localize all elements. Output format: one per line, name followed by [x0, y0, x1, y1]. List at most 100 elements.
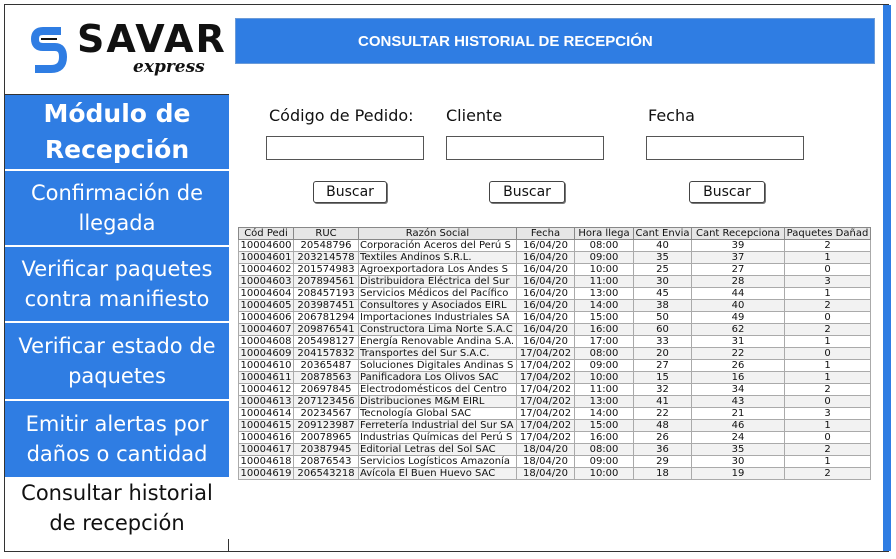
table-row[interactable]: 10004610 20365487 Soluciones Digitales And…	[238, 359, 871, 372]
table-cell: 16/04/20	[516, 239, 575, 252]
codigo-pedido-label: Código de Pedido:	[269, 106, 414, 125]
column-header: Paquetes Dañad	[784, 227, 871, 240]
buscar-cliente-button[interactable]: Buscar	[489, 181, 565, 203]
sidebar-item-confirmacion-llegada[interactable]: Confirmación de llegada	[5, 171, 229, 247]
table-cell: 203214578	[293, 251, 359, 264]
table-cell: 18/04/20	[516, 443, 575, 456]
table-cell: 09:00	[574, 359, 634, 372]
table-row[interactable]: 10004609 204157832 Transportes del Sur S.A…	[238, 347, 871, 360]
table-cell: 22	[633, 407, 692, 420]
sidebar-item-verificar-manifiesto[interactable]: Verificar paquetes contra manifiesto	[5, 247, 229, 323]
cliente-input[interactable]	[446, 136, 604, 160]
table-cell: Transportes del Sur S.A.C.	[358, 347, 517, 360]
table-row[interactable]: 10004616 20078965 Industrias Químicas del …	[238, 431, 871, 444]
table-cell: 09:00	[574, 455, 634, 468]
table-cell: 0	[784, 311, 871, 324]
table-cell: 17/04/202	[516, 395, 575, 408]
sidebar-item-verificar-estado[interactable]: Verificar estado de paquetes	[5, 323, 229, 401]
table-cell: Industrias Químicas del Perú S	[358, 431, 517, 444]
table-cell: 0	[784, 347, 871, 360]
page-title: CONSULTAR HISTORIAL DE RECEPCIÓN	[235, 18, 875, 64]
app-window: SAVAR express Módulo de Recepción Confir…	[4, 4, 891, 552]
table-cell: 10004617	[238, 443, 294, 456]
table-cell: 16	[691, 371, 785, 384]
table-cell: 28	[691, 275, 785, 288]
cliente-label: Cliente	[446, 106, 503, 125]
table-cell: 15:00	[574, 419, 634, 432]
table-cell: 09:00	[574, 251, 634, 264]
table-cell: 10004619	[238, 467, 294, 480]
table-row[interactable]: 10004612 20697845 Electrodomésticos del Ce…	[238, 383, 871, 396]
table-cell: 33	[633, 335, 692, 348]
table-cell: Importaciones Industriales SA	[358, 311, 517, 324]
sidebar-item-emitir-alertas[interactable]: Emitir alertas por daños o cantidad	[5, 401, 229, 479]
table-cell: Distribuciones M&M EIRL	[358, 395, 517, 408]
table-row[interactable]: 10004618 20876543 Servicios Logísticos Ama…	[238, 455, 871, 468]
table-cell: 16:00	[574, 323, 634, 336]
table-cell: 1	[784, 335, 871, 348]
table-cell: 20387945	[293, 443, 359, 456]
table-cell: Ferretería Industrial del Sur SA	[358, 419, 517, 432]
table-row[interactable]: 10004608 205498127 Energía Renovable Andin…	[238, 335, 871, 348]
sidebar-item-consultar-historial[interactable]: Consultar historial de recepción	[5, 479, 229, 539]
historial-table: Cód Pedi RUC Razón Social Fecha Hora llega Ca…	[238, 227, 871, 480]
table-cell: 13:00	[574, 395, 634, 408]
table-cell: 19	[691, 467, 785, 480]
table-cell: 40	[691, 299, 785, 312]
table-row[interactable]: 10004605 203987451 Consultores y Asociados…	[238, 299, 871, 312]
table-cell: 34	[691, 383, 785, 396]
scrollbar[interactable]	[883, 5, 891, 551]
table-cell: 10004616	[238, 431, 294, 444]
table-cell: 44	[691, 287, 785, 300]
table-cell: 18	[633, 467, 692, 480]
table-cell: 24	[691, 431, 785, 444]
table-cell: 50	[633, 311, 692, 324]
table-cell: 206543218	[293, 467, 359, 480]
table-cell: 35	[633, 251, 692, 264]
table-cell: 10004600	[238, 239, 294, 252]
column-header: Razón Social	[358, 227, 517, 240]
table-row[interactable]: 10004600 20548796 Corporación Aceros del P…	[238, 239, 871, 252]
table-row[interactable]: 10004611 20878563 Panificadora Los Olivos …	[238, 371, 871, 384]
table-body: 10004600 20548796 Corporación Aceros del P…	[238, 239, 871, 480]
table-row[interactable]: 10004613 207123456 Distribuciones M&M EIRL…	[238, 395, 871, 408]
table-cell: 38	[633, 299, 692, 312]
table-cell: 10004607	[238, 323, 294, 336]
table-cell: 16/04/20	[516, 287, 575, 300]
table-row[interactable]: 10004601 203214578 Textiles Andinos S.R.L.…	[238, 251, 871, 264]
table-row[interactable]: 10004602 201574983 Agroexportadora Los And…	[238, 263, 871, 276]
table-cell: 16/04/20	[516, 299, 575, 312]
table-cell: 17/04/202	[516, 431, 575, 444]
table-row[interactable]: 10004607 209876541 Constructora Lima Norte…	[238, 323, 871, 336]
table-cell: 201574983	[293, 263, 359, 276]
table-cell: 25	[633, 263, 692, 276]
table-cell: 18/04/20	[516, 467, 575, 480]
table-row[interactable]: 10004604 208457193 Servicios Médicos del P…	[238, 287, 871, 300]
table-cell: 27	[633, 359, 692, 372]
table-cell: 16/04/20	[516, 275, 575, 288]
table-row[interactable]: 10004614 20234567 Tecnología Global SAC 17/…	[238, 407, 871, 420]
table-cell: 1	[784, 371, 871, 384]
table-cell: 17/04/202	[516, 383, 575, 396]
table-cell: 16/04/20	[516, 335, 575, 348]
table-row[interactable]: 10004615 209123987 Ferretería Industrial d…	[238, 419, 871, 432]
table-cell: 10004603	[238, 275, 294, 288]
table-cell: 18/04/20	[516, 455, 575, 468]
table-row[interactable]: 10004606 206781294 Importaciones Industria…	[238, 311, 871, 324]
table-cell: Energía Renovable Andina S.A.	[358, 335, 517, 348]
buscar-fecha-button[interactable]: Buscar	[689, 181, 765, 203]
table-cell: Avícola El Buen Huevo SAC	[358, 467, 517, 480]
table-cell: 20548796	[293, 239, 359, 252]
table-cell: Agroexportadora Los Andes S	[358, 263, 517, 276]
table-cell: Distribuidora Eléctrica del Sur	[358, 275, 517, 288]
table-row[interactable]: 10004619 206543218 Avícola El Buen Huevo S…	[238, 467, 871, 480]
table-cell: Constructora Lima Norte S.A.C	[358, 323, 517, 336]
buscar-codigo-button[interactable]: Buscar	[313, 181, 387, 203]
table-row[interactable]: 10004617 20387945 Editorial Letras del Sol…	[238, 443, 871, 456]
codigo-pedido-input[interactable]	[266, 136, 424, 160]
table-cell: 2	[784, 383, 871, 396]
brand-logo: SAVAR express	[5, 5, 229, 95]
fecha-input[interactable]	[646, 136, 804, 160]
table-row[interactable]: 10004603 207894561 Distribuidora Eléctrica…	[238, 275, 871, 288]
table-cell: 203987451	[293, 299, 359, 312]
